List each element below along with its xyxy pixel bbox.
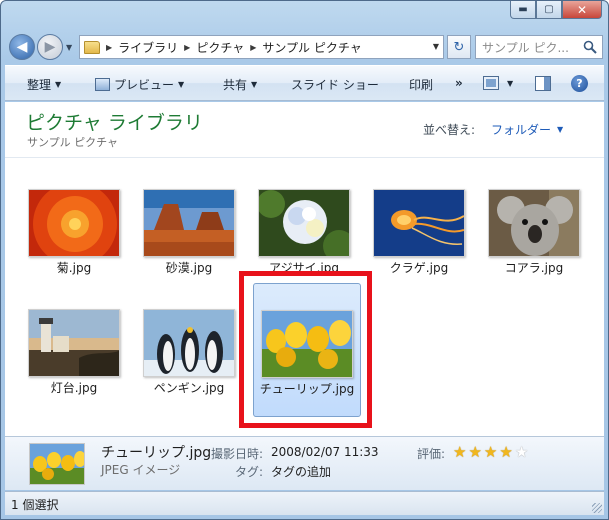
thumbnail-hydrangeas [258,189,350,257]
star-filled-icon[interactable]: ★ [484,445,497,460]
arrange-by-value: フォルダー [491,123,552,137]
breadcrumb-sample-pictures[interactable]: サンプル ピクチャ [262,39,361,56]
star-filled-icon[interactable]: ★ [453,445,466,460]
preview-icon [95,78,110,91]
chevron-down-icon: ▼ [557,125,564,134]
more-label: » [455,76,463,90]
search-input[interactable]: サンプル ピク... [475,35,603,59]
status-bar: 1 個選択 [5,491,604,515]
star-filled-icon[interactable]: ★ [499,445,512,460]
breadcrumb-libraries[interactable]: ライブラリ [118,39,178,56]
file-label: コアラ.jpg [504,261,564,275]
file-item[interactable]: コアラ.jpg [480,189,588,277]
command-bar: 整理 ▼ プレビュー ▼ 共有 ▼ スライド ショー 印刷 » ▼ ? [5,65,604,101]
file-item[interactable]: 灯台.jpg [20,309,128,397]
file-item[interactable]: クラゲ.jpg [365,189,473,277]
chevron-down-icon: ▼ [251,80,258,89]
organize-menu[interactable]: 整理 ▼ [27,76,61,93]
details-pane: チューリップ.jpg JPEG イメージ 撮影日時: 2008/02/07 11… [5,436,604,490]
view-icon [483,76,499,90]
chevron-right-icon[interactable]: ▶ [250,43,256,52]
arrange-by-dropdown[interactable]: フォルダー ▼ [491,121,563,138]
breadcrumb-pictures[interactable]: ピクチャ [196,39,244,56]
more-commands-button[interactable]: » [455,76,463,90]
thumbnail-koala [488,189,580,257]
slideshow-button[interactable]: スライド ショー [291,76,379,93]
forward-button[interactable]: ▶ [37,34,63,60]
organize-label: 整理 [27,78,52,92]
title-bar: ▬ ▢ ✕ [1,1,608,31]
refresh-button[interactable]: ↻ [447,35,471,59]
details-file-type: JPEG イメージ [101,463,181,477]
search-icon[interactable] [583,40,597,54]
resize-grip-icon[interactable] [592,503,602,513]
file-label: ペンギン.jpg [153,381,225,395]
print-label: 印刷 [409,78,434,92]
change-view-button[interactable]: ▼ [483,76,513,90]
thumbnail-desert [143,189,235,257]
arrange-by-label: 並べ替え: [423,123,476,137]
navigation-bar: ◀ ▶ ▼ ▶ ライブラリ ▶ ピクチャ ▶ サンプル ピクチャ ▼ ↻ サンプ… [7,31,604,63]
chevron-right-icon[interactable]: ▶ [106,43,112,52]
file-item[interactable]: 砂漠.jpg [135,189,243,277]
file-label: クラゲ.jpg [389,261,449,275]
star-empty-icon[interactable]: ★ [515,445,528,460]
slideshow-label: スライド ショー [291,78,379,92]
minimize-button[interactable]: ▬ [510,1,536,19]
preview-menu[interactable]: プレビュー ▼ [95,76,184,93]
maximize-button[interactable]: ▢ [536,1,562,19]
file-item[interactable]: ペンギン.jpg [135,309,243,397]
help-button[interactable]: ? [571,75,588,92]
status-text: 1 個選択 [11,498,59,512]
close-button[interactable]: ✕ [562,1,602,19]
back-button[interactable]: ◀ [9,34,35,60]
rating-stars[interactable]: ★ ★ ★ ★ ★ [453,445,528,460]
preview-pane-button[interactable] [535,76,551,91]
details-rating-label: 評価: [417,447,446,461]
share-label: 共有 [223,78,248,92]
file-label: 灯台.jpg [50,381,98,395]
address-bar[interactable]: ▶ ライブラリ ▶ ピクチャ ▶ サンプル ピクチャ ▼ [79,35,444,59]
chevron-down-icon: ▼ [507,78,514,88]
window-controls: ▬ ▢ ✕ [510,1,602,19]
details-date-label: 撮影日時: [211,447,264,461]
print-button[interactable]: 印刷 [409,76,433,93]
preview-pane-icon [535,76,551,91]
folder-icon [84,40,100,54]
details-tags-value[interactable]: タグの追加 [271,463,331,480]
page-title: ピクチャ ライブラリ [26,112,203,134]
chevron-right-icon[interactable]: ▶ [184,43,190,52]
file-item[interactable]: アジサイ.jpg [250,189,358,277]
address-dropdown-icon[interactable]: ▼ [433,42,439,51]
star-filled-icon[interactable]: ★ [468,445,481,460]
explorer-window: ▬ ▢ ✕ ◀ ▶ ▼ ▶ ライブラリ ▶ ピクチャ ▶ サンプル ピクチャ ▼… [0,0,609,520]
preview-label: プレビュー [114,78,175,92]
thumbnail-penguins [143,309,235,377]
annotation-highlight-box [239,271,372,428]
details-tags-label: タグ: [235,465,264,479]
details-date-value[interactable]: 2008/02/07 11:33 [271,445,379,459]
file-label: 菊.jpg [56,261,92,275]
details-thumbnail [29,443,85,485]
library-subtitle: サンプル ピクチャ [27,136,119,149]
thumbnail-jellyfish [373,189,465,257]
chevron-down-icon: ▼ [178,80,185,89]
recent-pages-dropdown[interactable]: ▼ [66,43,72,52]
library-header: ピクチャ ライブラリ サンプル ピクチャ 並べ替え: フォルダー ▼ [5,102,604,158]
thumbnail-chrysanthemum [28,189,120,257]
details-file-name: チューリップ.jpg [101,445,212,461]
help-icon: ? [571,75,588,92]
chevron-down-icon: ▼ [55,80,62,89]
share-menu[interactable]: 共有 ▼ [223,76,257,93]
thumbnail-lighthouse [28,309,120,377]
file-item[interactable]: 菊.jpg [20,189,128,277]
file-label: 砂漠.jpg [165,261,213,275]
search-placeholder: サンプル ピク... [482,40,569,55]
